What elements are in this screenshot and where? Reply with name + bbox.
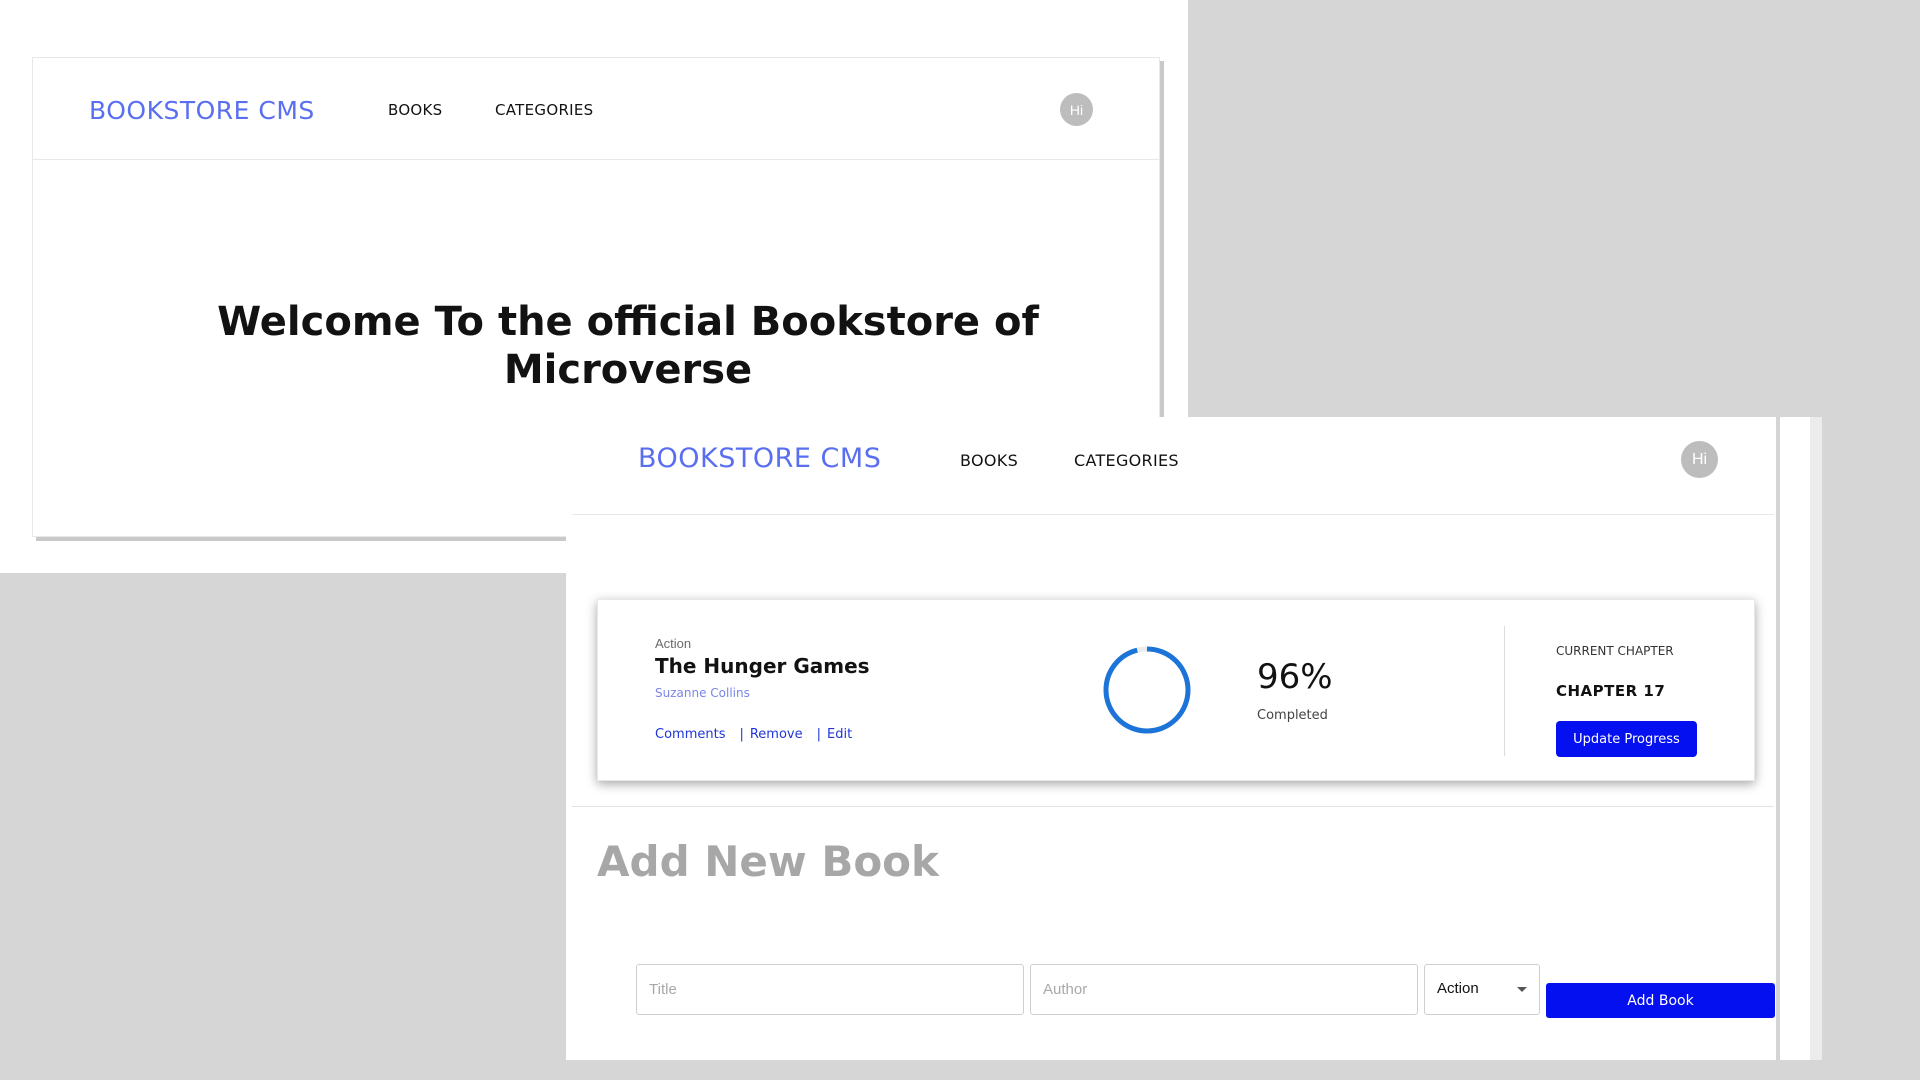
title-input[interactable] bbox=[636, 964, 1024, 1015]
edit-link[interactable]: Edit bbox=[827, 727, 852, 742]
progress-label: Completed bbox=[1257, 708, 1328, 723]
current-chapter-value: CHAPTER 17 bbox=[1556, 682, 1666, 700]
add-book-button[interactable]: Add Book bbox=[1546, 983, 1775, 1018]
book-card: Action The Hunger Games Suzanne Collins … bbox=[597, 599, 1755, 781]
chevron-down-icon bbox=[1517, 987, 1527, 992]
progress-percent: 96% bbox=[1257, 657, 1333, 697]
add-book-heading: Add New Book bbox=[597, 837, 939, 886]
site-header: BOOKSTORE CMS BOOKS CATEGORIES Hi bbox=[572, 417, 1774, 515]
window-edge bbox=[1776, 417, 1780, 1060]
nav-books-link[interactable]: BOOKS bbox=[960, 451, 1018, 470]
category-select[interactable]: Action bbox=[1424, 964, 1540, 1015]
update-progress-button[interactable]: Update Progress bbox=[1556, 721, 1697, 757]
progress-ring-icon bbox=[1103, 646, 1191, 734]
book-title: The Hunger Games bbox=[655, 654, 870, 678]
author-input[interactable] bbox=[1030, 964, 1418, 1015]
nav-categories-link[interactable]: CATEGORIES bbox=[495, 101, 594, 119]
site-header: BOOKSTORE CMS BOOKS CATEGORIES Hi bbox=[33, 58, 1159, 160]
nav-books-link[interactable]: BOOKS bbox=[388, 101, 443, 119]
section-divider bbox=[572, 806, 1774, 807]
progress-arc bbox=[1103, 646, 1191, 734]
user-avatar[interactable]: Hi bbox=[1060, 93, 1093, 126]
welcome-heading: Welcome To the official Bookstore of Mic… bbox=[217, 299, 1039, 393]
action-separator: | bbox=[739, 727, 744, 742]
card-divider bbox=[1504, 626, 1505, 756]
user-avatar[interactable]: Hi bbox=[1681, 441, 1718, 478]
category-selected-value: Action bbox=[1437, 980, 1479, 997]
site-logo[interactable]: BOOKSTORE CMS bbox=[638, 443, 881, 474]
book-author[interactable]: Suzanne Collins bbox=[655, 686, 750, 700]
books-page-screen: BOOKSTORE CMS BOOKS CATEGORIES Hi Action… bbox=[566, 417, 1810, 1060]
book-genre: Action bbox=[655, 636, 692, 651]
remove-link[interactable]: Remove bbox=[750, 727, 803, 742]
book-actions: Comments | Remove | Edit bbox=[655, 727, 852, 742]
action-separator: | bbox=[816, 727, 822, 742]
comments-link[interactable]: Comments bbox=[655, 727, 725, 742]
nav-categories-link[interactable]: CATEGORIES bbox=[1074, 451, 1179, 470]
current-chapter-label: CURRENT CHAPTER bbox=[1556, 644, 1674, 658]
site-logo[interactable]: BOOKSTORE CMS bbox=[89, 96, 315, 125]
